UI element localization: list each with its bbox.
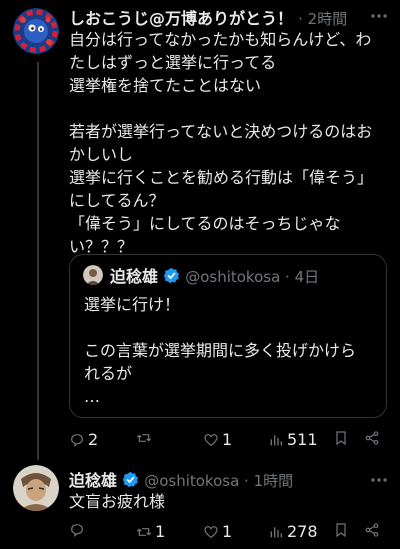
views-chart-icon (270, 526, 282, 537)
reply-text: 文盲お疲れ様 (69, 492, 166, 511)
reply-avatar[interactable] (13, 465, 59, 511)
views-button[interactable]: 511 (268, 430, 318, 449)
quoted-tweet[interactable]: 迫稔雄 @oshitokosa · 4日 選挙に行け！ この言葉が選挙期間に多く… (69, 254, 387, 418)
view-count: 278 (287, 522, 318, 541)
retweet-icon (136, 434, 152, 442)
heart-icon (204, 525, 218, 538)
reply-icon (71, 433, 83, 447)
more-options-icon[interactable] (370, 8, 388, 22)
share-icon (365, 431, 379, 445)
tweet-text: 自分は行ってなかったかも知らんけど、わ たしはずっと選挙に行ってる 選挙権を捨て… (69, 30, 374, 256)
reply-button[interactable] (69, 522, 88, 538)
timestamp[interactable]: · 2時間 (298, 10, 347, 28)
views-chart-icon (270, 434, 282, 445)
verified-badge-icon (163, 267, 180, 288)
reply-count: 2 (88, 430, 99, 449)
share-button[interactable] (364, 522, 380, 538)
bookmark-icon (336, 431, 346, 446)
bookmark-icon (336, 523, 346, 538)
view-count: 511 (287, 430, 318, 449)
quote-text: 選挙に行け！ この言葉が選挙期間に多く投げかけら れるが … (84, 295, 357, 406)
heart-icon (204, 433, 218, 446)
quote-display-name: 迫稔雄 (110, 267, 159, 286)
thread-connector-line (37, 62, 39, 460)
views-button[interactable]: 278 (268, 522, 318, 541)
quote-handle-time: @oshitokosa · 4日 (185, 268, 320, 286)
verified-badge-icon (122, 471, 139, 492)
avatar[interactable] (13, 8, 59, 54)
reply-display-name[interactable]: 迫稔雄 (69, 471, 117, 490)
quote-avatar (83, 265, 103, 285)
more-options-icon[interactable] (370, 472, 388, 486)
retweet-button[interactable]: 1 (136, 522, 165, 541)
avatar-image (13, 8, 59, 54)
reply-handle-time[interactable]: @oshitokosa · 1時間 (144, 472, 293, 490)
display-name[interactable]: しおこうじ@万博ありがとう！ (69, 9, 293, 28)
retweet-count: 1 (155, 522, 166, 541)
like-count: 1 (222, 522, 233, 541)
retweet-button[interactable] (136, 430, 155, 446)
reply-button[interactable]: 2 (69, 430, 98, 449)
bookmark-button[interactable] (333, 522, 349, 538)
like-button[interactable]: 1 (203, 522, 232, 541)
retweet-icon (136, 527, 152, 536)
like-button[interactable]: 1 (203, 430, 232, 449)
reply-icon (71, 524, 83, 538)
like-count: 1 (222, 430, 233, 449)
share-icon (365, 523, 379, 537)
bookmark-button[interactable] (333, 430, 349, 446)
share-button[interactable] (364, 430, 380, 446)
